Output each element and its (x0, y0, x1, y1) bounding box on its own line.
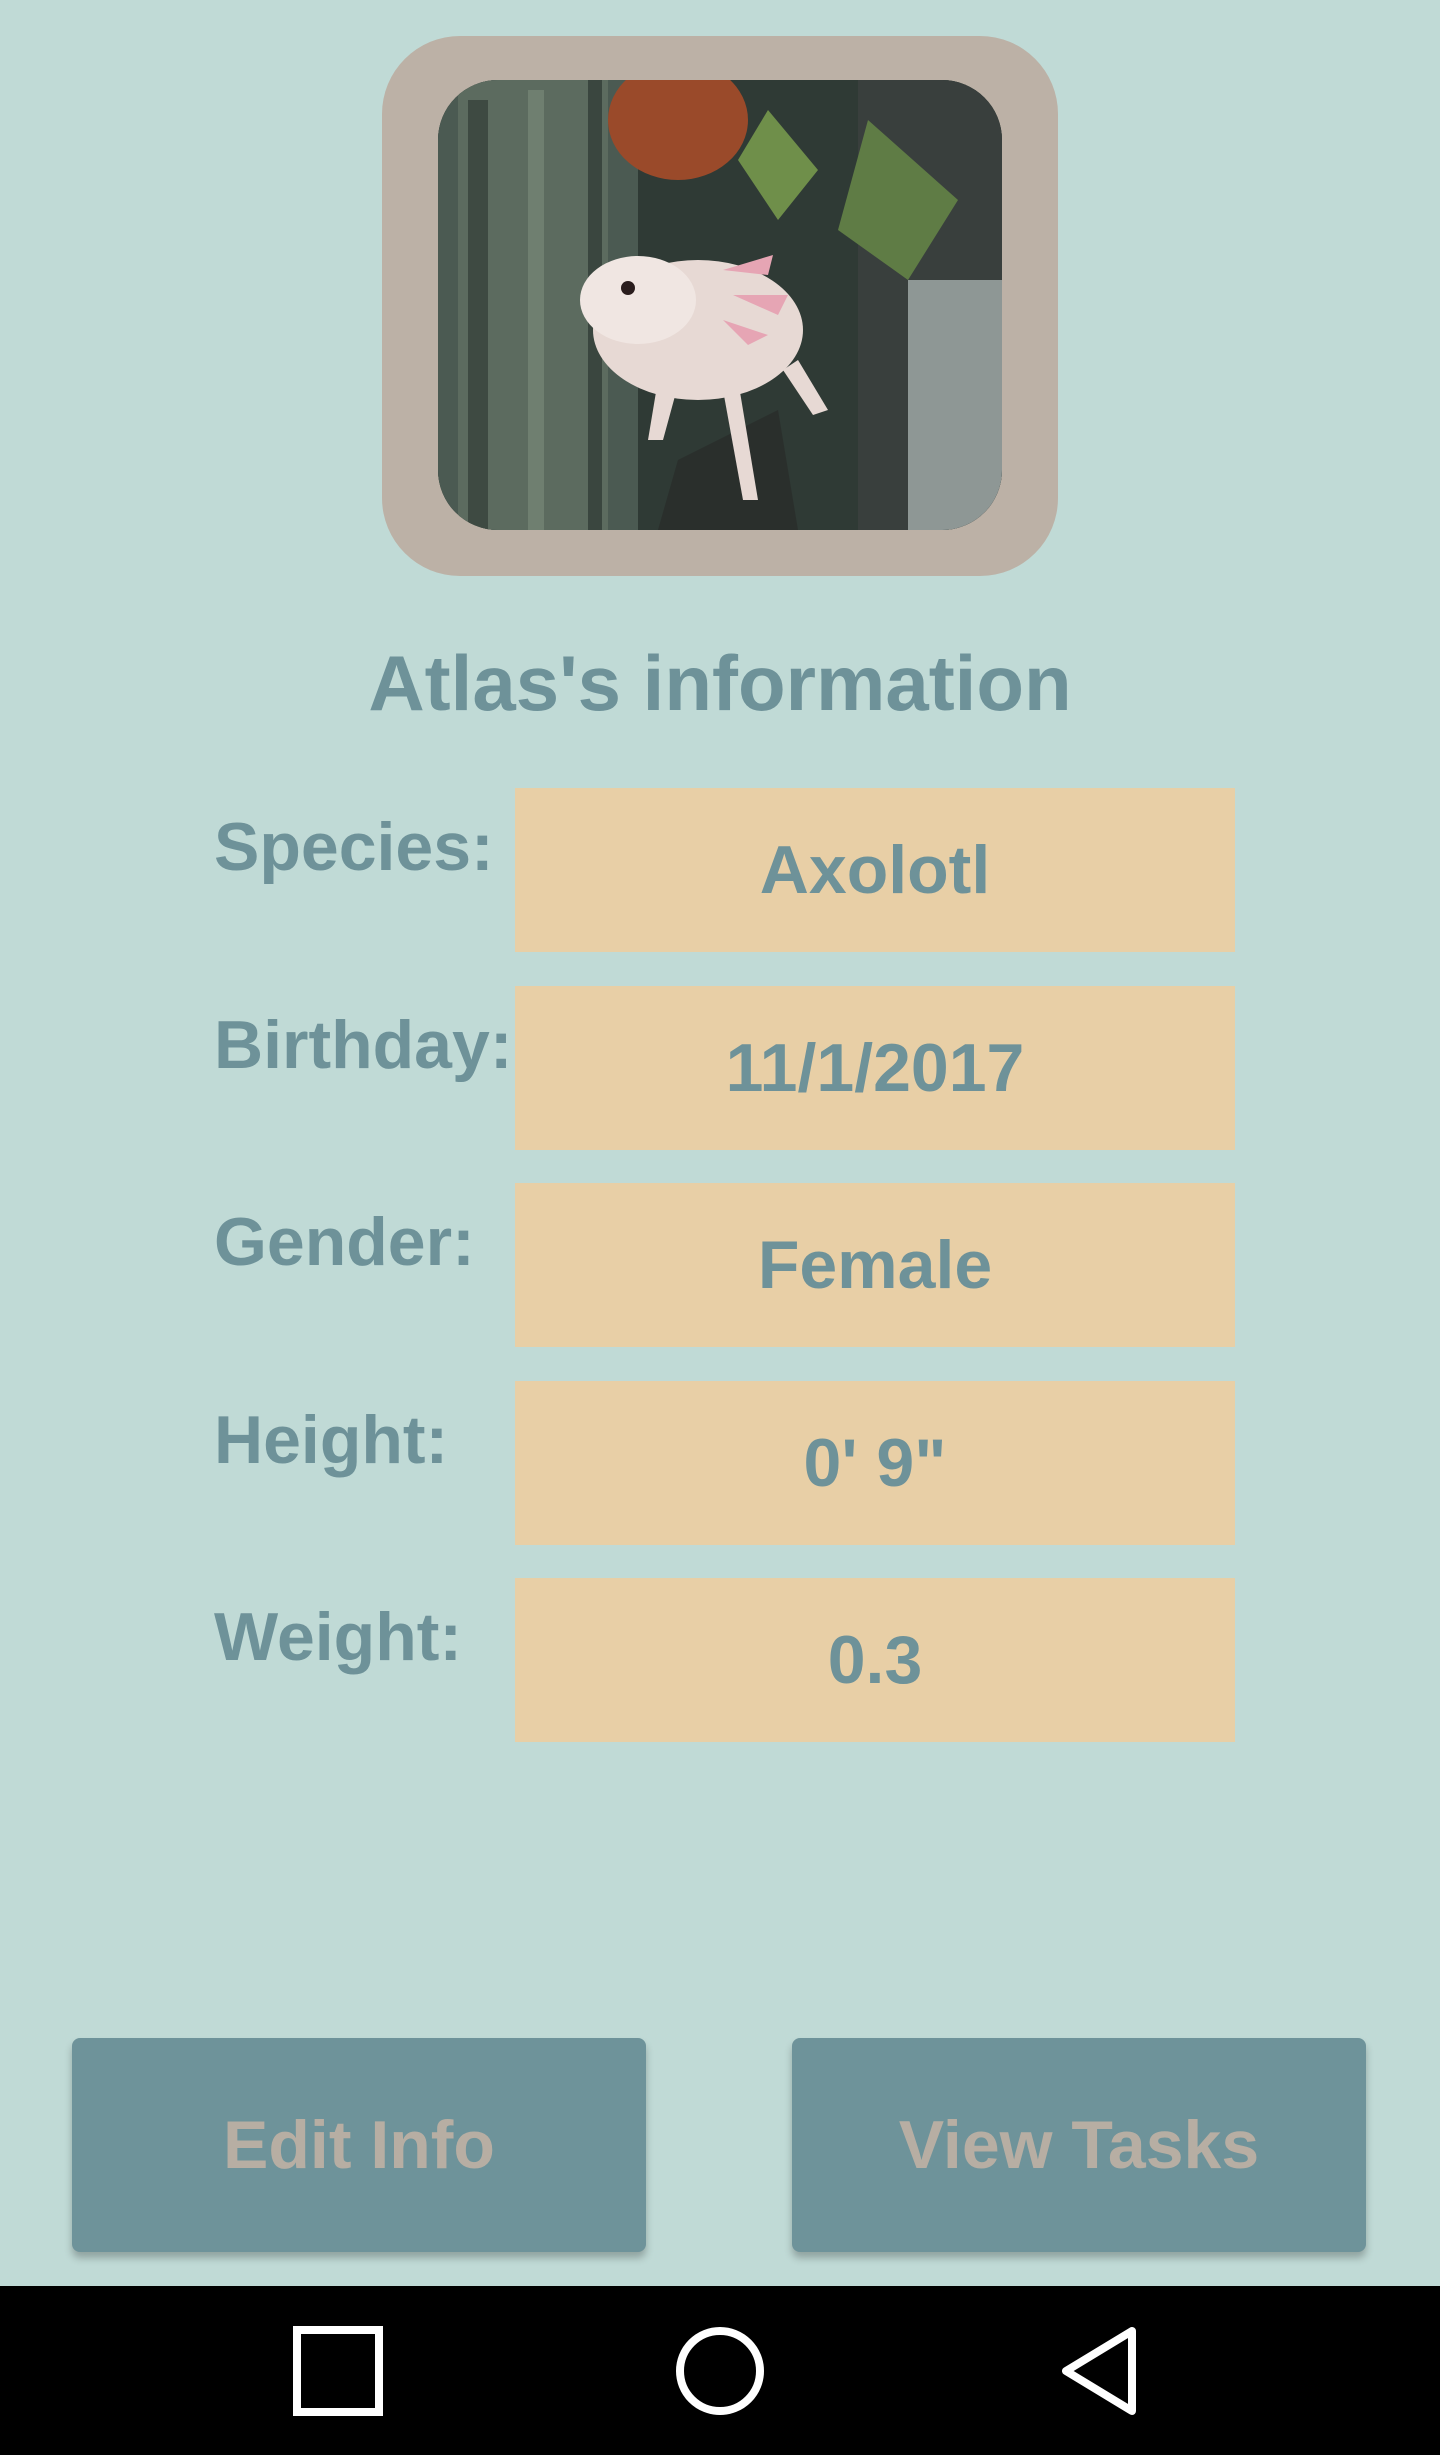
species-value: Axolotl (515, 788, 1235, 952)
square-icon (293, 2325, 383, 2416)
axolotl-image (438, 80, 1002, 530)
page-title: Atlas's information (368, 639, 1072, 727)
gender-value: Female (515, 1183, 1235, 1347)
home-button[interactable] (630, 2286, 810, 2455)
weight-label: Weight: (214, 1599, 463, 1675)
weight-value: 0.3 (515, 1578, 1235, 1742)
pet-photo-frame (382, 36, 1058, 576)
pet-photo (438, 80, 1002, 530)
edit-info-button[interactable]: Edit Info (72, 2038, 646, 2252)
view-tasks-button[interactable]: View Tasks (792, 2038, 1366, 2252)
circle-icon (676, 2326, 764, 2415)
recents-button[interactable] (248, 2286, 428, 2455)
species-label: Species: (214, 809, 494, 885)
height-label: Height: (214, 1402, 449, 1478)
birthday-label: Birthday: (214, 1007, 513, 1083)
gender-label: Gender: (214, 1204, 475, 1280)
height-value: 0' 9" (515, 1381, 1235, 1545)
birthday-value: 11/1/2017 (515, 986, 1235, 1150)
system-navigation-bar (0, 2286, 1440, 2455)
triangle-back-icon (1062, 2326, 1136, 2415)
back-button[interactable] (1012, 2286, 1192, 2455)
